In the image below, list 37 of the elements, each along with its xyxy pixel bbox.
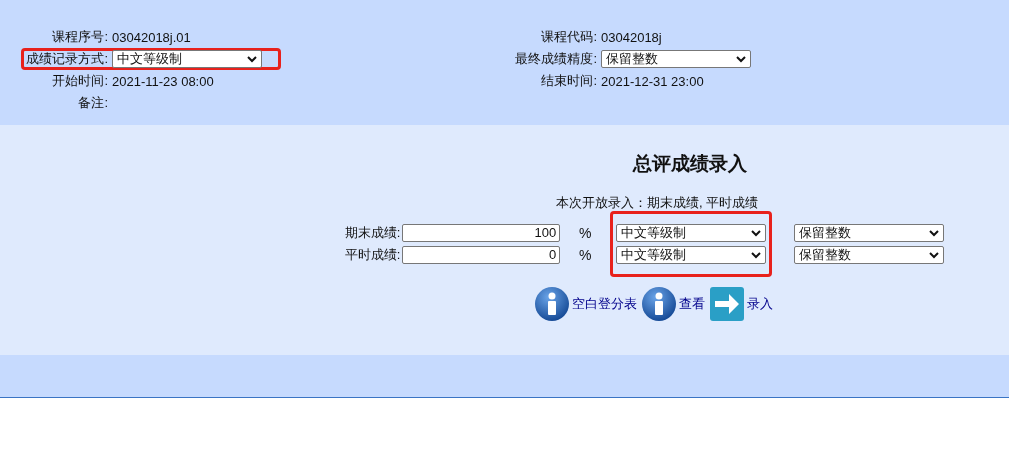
dropdown[interactable]: 中文等级制 [112,50,262,68]
info-icon[interactable] [641,286,677,322]
percent-sign: % [579,247,592,263]
dropdown[interactable]: 保留整数 [601,50,751,68]
field-label: 结束时间: [540,72,597,90]
field-label: 备注: [77,94,108,112]
percent-input[interactable]: 100 [402,224,561,242]
dropdown[interactable]: 中文等级制 [616,224,767,242]
dropdown[interactable]: 中文等级制 [616,246,767,264]
field-label: 期末成绩: [344,224,402,242]
chevron-icon [929,229,940,237]
chevron-icon [751,251,762,259]
dropdown[interactable]: 保留整数 [794,224,945,242]
chevron-icon [929,251,940,259]
chevron-icon [751,229,762,237]
arrow-right-icon[interactable] [709,286,745,322]
chevron-icon [247,55,257,63]
field-label: 课程序号: [51,28,108,46]
field-label: 平时成绩: [344,246,402,264]
percent-input[interactable]: 0 [402,246,561,264]
dropdown[interactable]: 保留整数 [794,246,945,264]
field-value: 03042018j [601,29,662,45]
field-label: 成绩记录方式: [26,50,108,68]
notice-text: 本次开放录入：期末成绩, 平时成绩 [555,194,759,212]
action-link[interactable]: 查看 [679,295,705,313]
page-title: 总评成绩录入 [632,152,747,176]
action-link[interactable]: 空白登分表 [572,295,637,313]
info-icon[interactable] [534,286,570,322]
field-label: 最终成绩精度: [514,50,597,68]
field-value: 03042018j.01 [112,29,191,45]
percent-sign: % [579,225,592,241]
field-value: 2021-12-31 23:00 [601,73,704,89]
field-label: 课程代码: [540,28,597,46]
field-label: 开始时间: [51,72,108,90]
action-link[interactable]: 录入 [747,295,773,313]
chevron-icon [736,55,746,63]
field-value: 2021-11-23 08:00 [112,73,214,89]
